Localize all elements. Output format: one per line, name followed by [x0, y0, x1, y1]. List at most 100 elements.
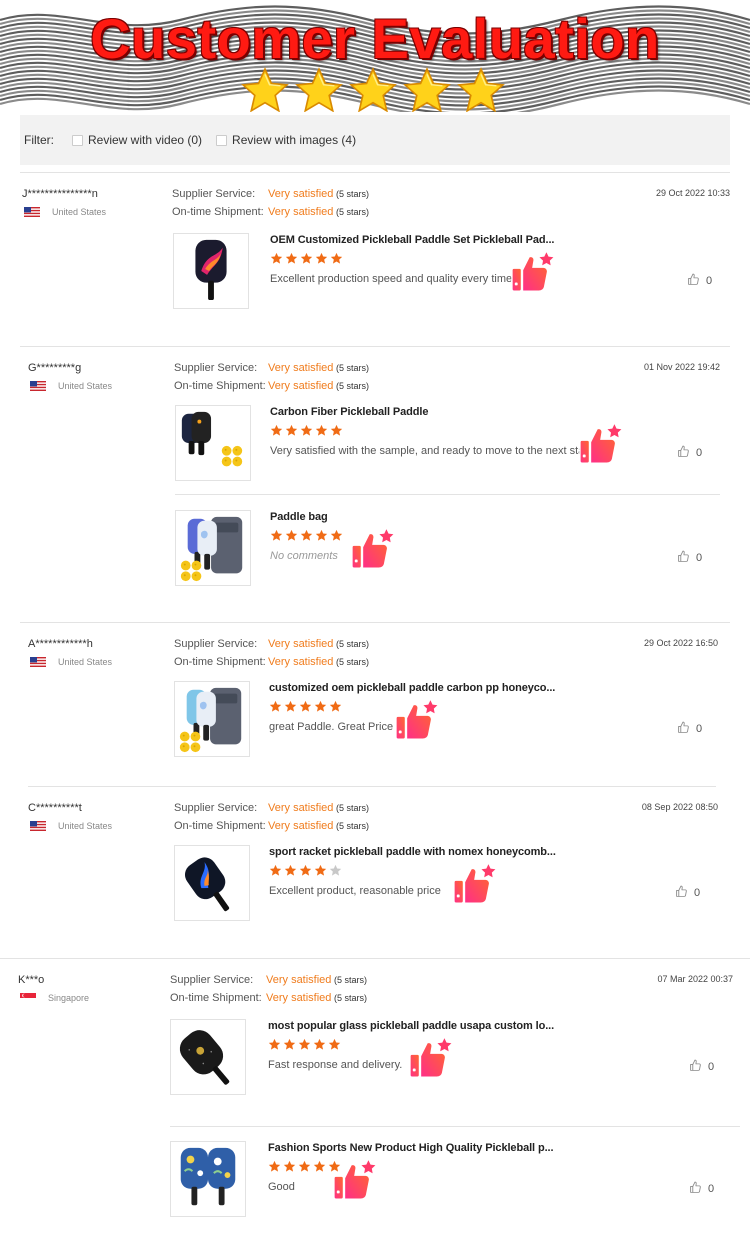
thumbs-up-icon: [677, 721, 696, 737]
like-button[interactable]: 0: [677, 445, 702, 461]
supplier-service-label: Supplier Service:: [174, 802, 258, 814]
product-title[interactable]: Carbon Fiber Pickleball Paddle: [270, 406, 428, 418]
review-date: 29 Oct 2022 16:50: [643, 638, 718, 648]
rating-star-icon: [314, 864, 327, 882]
product-title[interactable]: Paddle bag: [270, 511, 328, 523]
product-title[interactable]: customized oem pickleball paddle carbon …: [269, 682, 555, 694]
reviewer-country: United States: [24, 207, 106, 217]
banner-star-icon: [294, 66, 344, 112]
shipment-stars: (5 stars): [336, 381, 370, 391]
product-thumbnail[interactable]: [170, 1141, 246, 1217]
shipment-value: Very satisfied: [266, 992, 332, 1004]
banner: Customer Evaluation: [0, 0, 750, 112]
us-flag-icon: [30, 821, 46, 831]
review-date: 01 Nov 2022 19:42: [643, 362, 720, 372]
rating-star-icon: [329, 864, 342, 882]
product-rating: [270, 529, 343, 547]
product-thumbnail[interactable]: [174, 845, 250, 921]
rating-star-icon: [269, 700, 282, 718]
product-thumbnail[interactable]: [175, 405, 251, 481]
review-date: 29 Oct 2022 10:33: [655, 188, 730, 198]
product-rating: [268, 1160, 341, 1178]
shipment-value: Very satisfied: [268, 380, 334, 392]
filter-video-checkbox[interactable]: [72, 134, 83, 146]
shipment-value: Very satisfied: [268, 820, 334, 832]
product-title[interactable]: sport racket pickleball paddle with nome…: [269, 846, 556, 858]
banner-stars: [240, 66, 510, 112]
supplier-service-rating: Supplier Service: Very satisfied (5 star…: [174, 638, 369, 650]
rating-star-icon: [268, 1038, 281, 1056]
us-flag-icon: [30, 657, 46, 667]
supplier-service-stars: (5 stars): [336, 189, 370, 199]
country-name: Singapore: [48, 993, 90, 1003]
reviewer-country: United States: [30, 821, 112, 831]
thumbs-up-icon: [675, 885, 694, 901]
product-rating: [268, 1038, 341, 1056]
like-button[interactable]: 0: [677, 550, 702, 566]
like-button[interactable]: 0: [677, 721, 702, 737]
rating-star-icon: [315, 252, 328, 270]
rating-star-icon: [330, 252, 343, 270]
rating-star-icon: [315, 529, 328, 547]
country-name: United States: [58, 821, 113, 831]
product-title[interactable]: Fashion Sports New Product High Quality …: [268, 1142, 554, 1154]
supplier-service-label: Supplier Service:: [170, 974, 254, 986]
shipment-stars: (5 stars): [336, 657, 370, 667]
filter-images-option[interactable]: Review with images (4): [216, 133, 356, 147]
thumbs-up-sticker-icon: [408, 1035, 454, 1081]
product-title[interactable]: most popular glass pickleball paddle usa…: [268, 1020, 554, 1032]
shipment-rating: On-time Shipment: Very satisfied (5 star…: [170, 992, 367, 1004]
like-button[interactable]: 0: [675, 885, 700, 901]
thumbs-up-icon: [689, 1181, 708, 1197]
country-name: United States: [52, 207, 107, 217]
review-divider: [28, 786, 716, 787]
supplier-service-label: Supplier Service:: [172, 188, 256, 200]
like-button[interactable]: 0: [687, 273, 712, 289]
us-flag-icon: [30, 381, 46, 391]
rating-star-icon: [330, 529, 343, 547]
review-comment: Fast response and delivery.: [268, 1059, 403, 1071]
rating-star-icon: [298, 1038, 311, 1056]
review-divider: [20, 346, 730, 347]
reviewer-country: Singapore: [20, 993, 89, 1003]
rating-star-icon: [329, 700, 342, 718]
rating-star-icon: [283, 1038, 296, 1056]
filter-label: Filter:: [24, 133, 54, 147]
filter-images-checkbox[interactable]: [216, 134, 228, 146]
rating-star-icon: [299, 864, 312, 882]
like-count: 0: [706, 275, 713, 287]
rating-star-icon: [283, 1160, 296, 1178]
review-date: 07 Mar 2022 00:37: [657, 974, 733, 984]
rating-star-icon: [284, 864, 297, 882]
sg-flag-icon: [20, 993, 36, 1003]
like-button[interactable]: 0: [689, 1059, 714, 1075]
like-button[interactable]: 0: [689, 1181, 714, 1197]
product-divider: [170, 1126, 740, 1127]
product-thumbnail[interactable]: [170, 1019, 246, 1095]
reviewer-country: United States: [30, 381, 112, 391]
filter-video-option[interactable]: Review with video (0): [72, 133, 202, 147]
country-name: United States: [58, 381, 113, 391]
supplier-service-stars: (5 stars): [336, 363, 370, 373]
supplier-service-rating: Supplier Service: Very satisfied (5 star…: [170, 974, 367, 986]
rating-star-icon: [330, 424, 343, 442]
product-rating: [270, 252, 343, 270]
shipment-stars: (5 stars): [336, 207, 370, 217]
filter-bar: Filter: Review with video (0) Review wit…: [20, 115, 730, 165]
supplier-service-rating: Supplier Service: Very satisfied (5 star…: [174, 362, 369, 374]
like-count: 0: [694, 887, 701, 899]
product-thumbnail[interactable]: [175, 510, 251, 586]
product-rating: [269, 700, 342, 718]
product-thumbnail[interactable]: [173, 233, 249, 309]
shipment-label: On-time Shipment:: [174, 380, 266, 392]
supplier-service-value: Very satisfied: [266, 974, 332, 986]
supplier-service-label: Supplier Service:: [174, 638, 258, 650]
reviewer-name: C**********t: [28, 802, 82, 814]
supplier-service-stars: (5 stars): [334, 975, 368, 985]
product-thumbnail[interactable]: [174, 681, 250, 757]
rating-star-icon: [270, 424, 283, 442]
shipment-value: Very satisfied: [268, 206, 334, 218]
review-comment: Excellent production speed and quality e…: [270, 273, 516, 285]
product-title[interactable]: OEM Customized Pickleball Paddle Set Pic…: [270, 234, 554, 246]
review-comment: No comments: [270, 550, 338, 562]
